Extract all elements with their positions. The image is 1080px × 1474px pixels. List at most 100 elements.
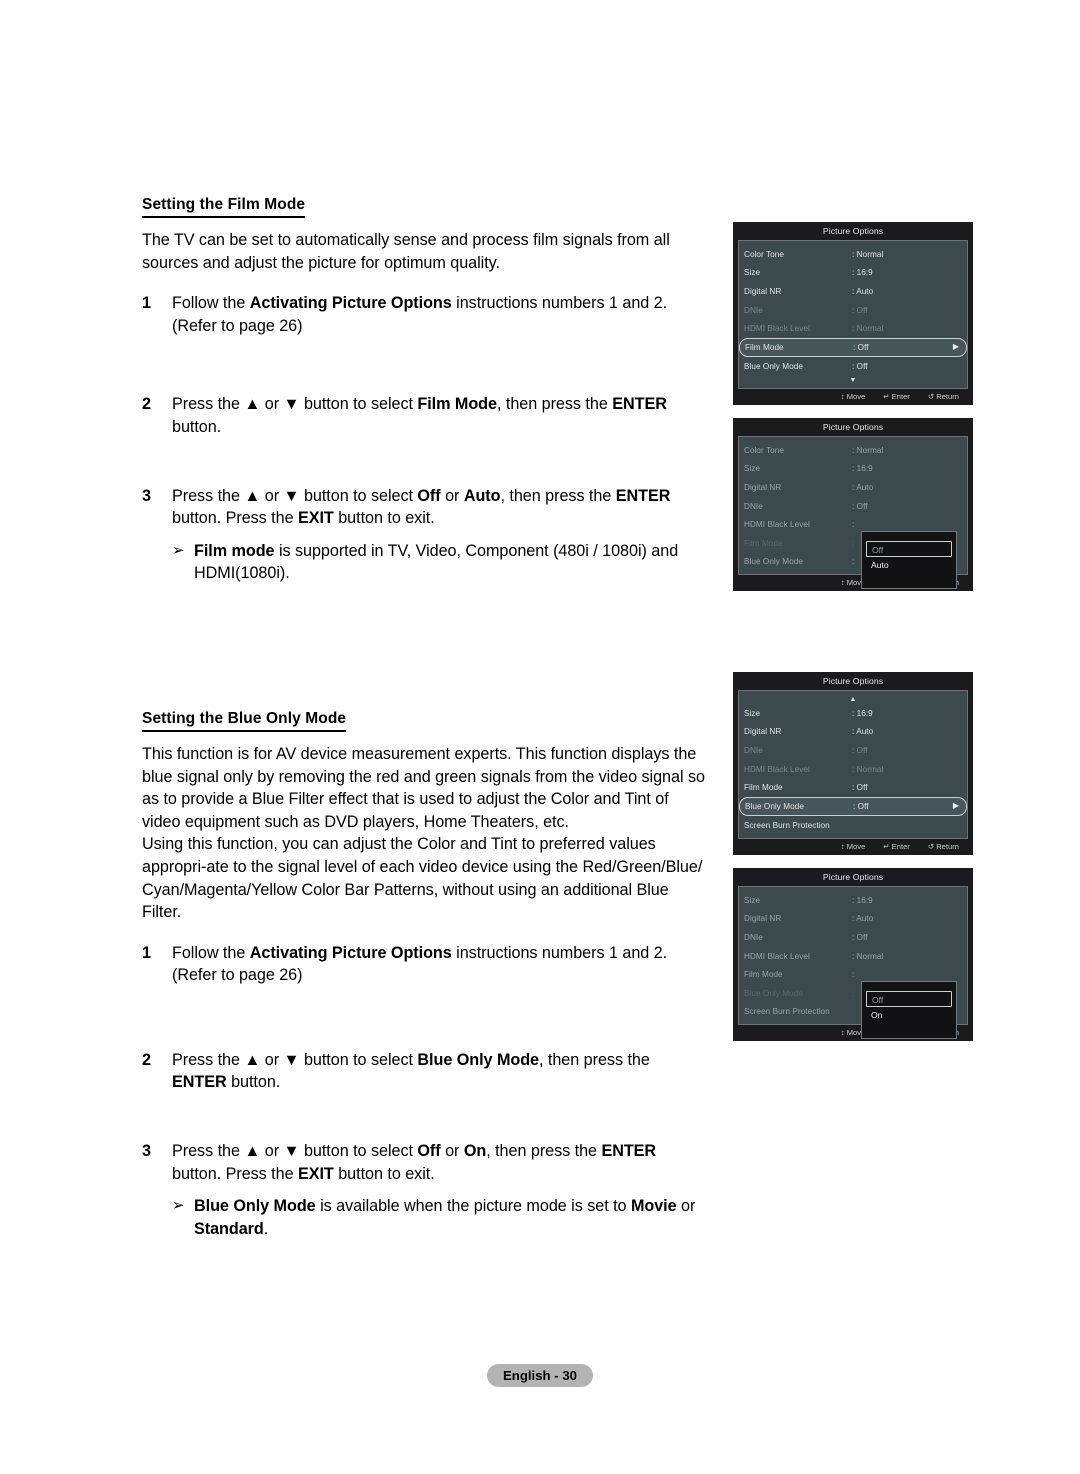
section-intro-blue-only-mode: This function is for AV device measureme… (142, 744, 705, 831)
osd-row-value: : Off (853, 801, 869, 811)
osd-row[interactable]: DNIe : Off (739, 741, 967, 760)
osd-row[interactable]: Digital NR : Auto (739, 478, 967, 497)
step-text: Follow the Activating Picture Options in… (172, 294, 668, 335)
osd-hint-label: Move (846, 841, 866, 851)
scroll-up-icon[interactable]: ▲ (739, 695, 967, 704)
osd-row-value: : Auto (852, 914, 874, 924)
osd-menu-list: Color Tone: Normal Size: 16:9 Digital NR : … (738, 436, 968, 589)
dropdown-option[interactable]: Auto (866, 557, 952, 573)
step-text: Press the ▲ or ▼ button to select Blue O… (172, 1050, 650, 1092)
osd-row-label: Digital NR (744, 482, 782, 492)
step-number: 1 (142, 294, 151, 313)
osd-row[interactable]: DNIe : Off (739, 928, 967, 947)
osd-row-value: : Off (852, 932, 868, 942)
move-icon: ↕ (840, 1028, 845, 1038)
section-intro2-blue-only-mode: Using this function, you can adjust the … (142, 835, 703, 922)
page-footer-badge: English - 30 (487, 1364, 593, 1387)
osd-row[interactable]: Size: 16:9 (739, 704, 967, 723)
step-blue-3: 3 Press the ▲ or ▼ button to select Off … (142, 1140, 707, 1185)
dropdown-option[interactable]: Off (866, 541, 952, 557)
osd-row[interactable]: Digital NR : Auto (739, 910, 967, 929)
osd-row[interactable]: Blue Only Mode: Off (739, 357, 967, 376)
move-icon: ↕ (840, 841, 845, 851)
osd-hint-enter: ↵Enter (883, 392, 910, 401)
osd-row-value: : 16:9 (852, 895, 873, 905)
bullet-arrow-icon: ➢ (172, 541, 185, 559)
osd-hint-return: ↺Return (928, 842, 959, 851)
osd-row-value: : Off (852, 305, 868, 315)
enter-icon: ↵ (883, 391, 890, 401)
osd-row[interactable]: Size: 16:9 (739, 891, 967, 910)
osd-row[interactable]: DNIe: Off (739, 301, 967, 320)
osd-hint-enter: ↵Enter (883, 842, 910, 851)
bullet-arrow-icon: ➢ (172, 1197, 185, 1215)
osd-menu-list: Color Tone: Normal Size : 16:9 Digital NR: … (738, 240, 968, 389)
osd-row[interactable]: HDMI Black Level: Normal (739, 947, 967, 966)
step-number: 3 (142, 1142, 151, 1161)
osd-row-value: : 16:9 (852, 708, 873, 718)
osd-title: Picture Options (733, 418, 973, 436)
step-number: 2 (142, 1050, 151, 1069)
osd-row-label: Film Mode (745, 342, 784, 352)
dropdown-option[interactable]: On (866, 1007, 952, 1023)
osd-row[interactable]: Blue Only Mode : Off ▶ (739, 796, 967, 816)
osd-row-value: : Auto (852, 482, 874, 492)
osd-row-label: Film Mode (744, 538, 783, 548)
osd-row-label: Size (744, 268, 761, 278)
osd-row[interactable]: DNIe: Off (739, 497, 967, 516)
osd-row-label: Digital NR (744, 727, 782, 737)
note-text: Film mode is supported in TV, Video, Com… (194, 541, 679, 583)
osd-row[interactable]: Size : 16:9 (739, 264, 967, 283)
osd-row-label: Blue Only Mode (744, 557, 803, 567)
section-title-blue-only-mode: Setting the Blue Only Mode (142, 710, 347, 732)
scroll-down-icon[interactable]: ▼ (739, 376, 967, 385)
osd-row[interactable]: Digital NR: Auto (739, 723, 967, 742)
section-title-film-mode: Setting the Film Mode (142, 196, 306, 218)
osd-hint-label: Enter (891, 391, 910, 401)
step-text: Press the ▲ or ▼ button to select Off or… (172, 1142, 657, 1183)
step-text: Press the ▲ or ▼ button to select Off or… (172, 486, 671, 528)
osd-menu-list: Size: 16:9 Digital NR: Auto DNIe: Off HDMI … (738, 886, 968, 1039)
osd-row[interactable]: Size: 16:9 (739, 460, 967, 479)
osd-row[interactable]: Film Mode: Off (739, 778, 967, 797)
osd-row-label: Blue Only Mode (744, 988, 803, 998)
instruction-text-column: Setting the Film Mode The TV can be set … (142, 196, 707, 1240)
osd-row-label: Film Mode (744, 783, 783, 793)
step-film-1: 1 Follow the Activating Picture Options … (142, 292, 707, 337)
osd-row-value: : Off (852, 745, 868, 755)
osd-row-label: DNIe (744, 745, 763, 755)
osd-row-value: : 16:9 (852, 268, 873, 278)
osd-row-label: DNIe (744, 932, 763, 942)
osd-row-label: Digital NR (744, 914, 782, 924)
menu-film-mode-dropdown: Picture Options Color Tone: Normal Size: 1… (733, 418, 973, 592)
osd-row[interactable]: Film Mode: Off ▶ (739, 337, 967, 357)
osd-menu-list: ▲ Size: 16:9 Digital NR: Auto DNIe : Off HDMI… (738, 690, 968, 839)
osd-hint-label: Return (936, 841, 959, 851)
osd-row-value: : Off (852, 361, 868, 371)
osd-hint-label: Return (936, 391, 959, 401)
osd-row-label: Screen Burn Protection (744, 1007, 830, 1017)
osd-row[interactable]: Digital NR: Auto (739, 282, 967, 301)
osd-row-label: HDMI Black Level (744, 520, 810, 530)
osd-value-dropdown[interactable]: Off Auto (861, 531, 957, 589)
step-number: 2 (142, 395, 151, 414)
osd-row[interactable]: HDMI Black Level: Normal (739, 760, 967, 779)
osd-row-value: : (852, 970, 855, 980)
osd-row-label: Color Tone (744, 249, 784, 259)
osd-row-label: HDMI Black Level (744, 764, 810, 774)
chevron-right-icon[interactable]: ▶ (953, 802, 959, 810)
osd-row[interactable]: Color Tone: Normal (739, 441, 967, 460)
osd-row[interactable]: HDMI Black Level: Normal (739, 319, 967, 338)
chevron-right-icon[interactable]: ▶ (953, 343, 959, 351)
menu-blue-only-dropdown: Picture Options Size: 16:9 Digital NR: Aut… (733, 868, 973, 1042)
osd-row-value: : (852, 520, 855, 530)
osd-value-dropdown[interactable]: Off On (861, 981, 957, 1039)
osd-row-label: Blue Only Mode (745, 801, 804, 811)
osd-row[interactable]: Screen Burn Protection (739, 816, 967, 835)
osd-title: Picture Options (733, 222, 973, 240)
step-film-2: 2 Press the ▲ or ▼ button to select Film… (142, 393, 707, 438)
dropdown-option[interactable]: Off (866, 991, 952, 1007)
osd-row[interactable]: Color Tone: Normal (739, 245, 967, 264)
return-icon: ↺ (927, 391, 935, 401)
section-intro-film-mode: The TV can be set to automatically sense… (142, 231, 670, 272)
